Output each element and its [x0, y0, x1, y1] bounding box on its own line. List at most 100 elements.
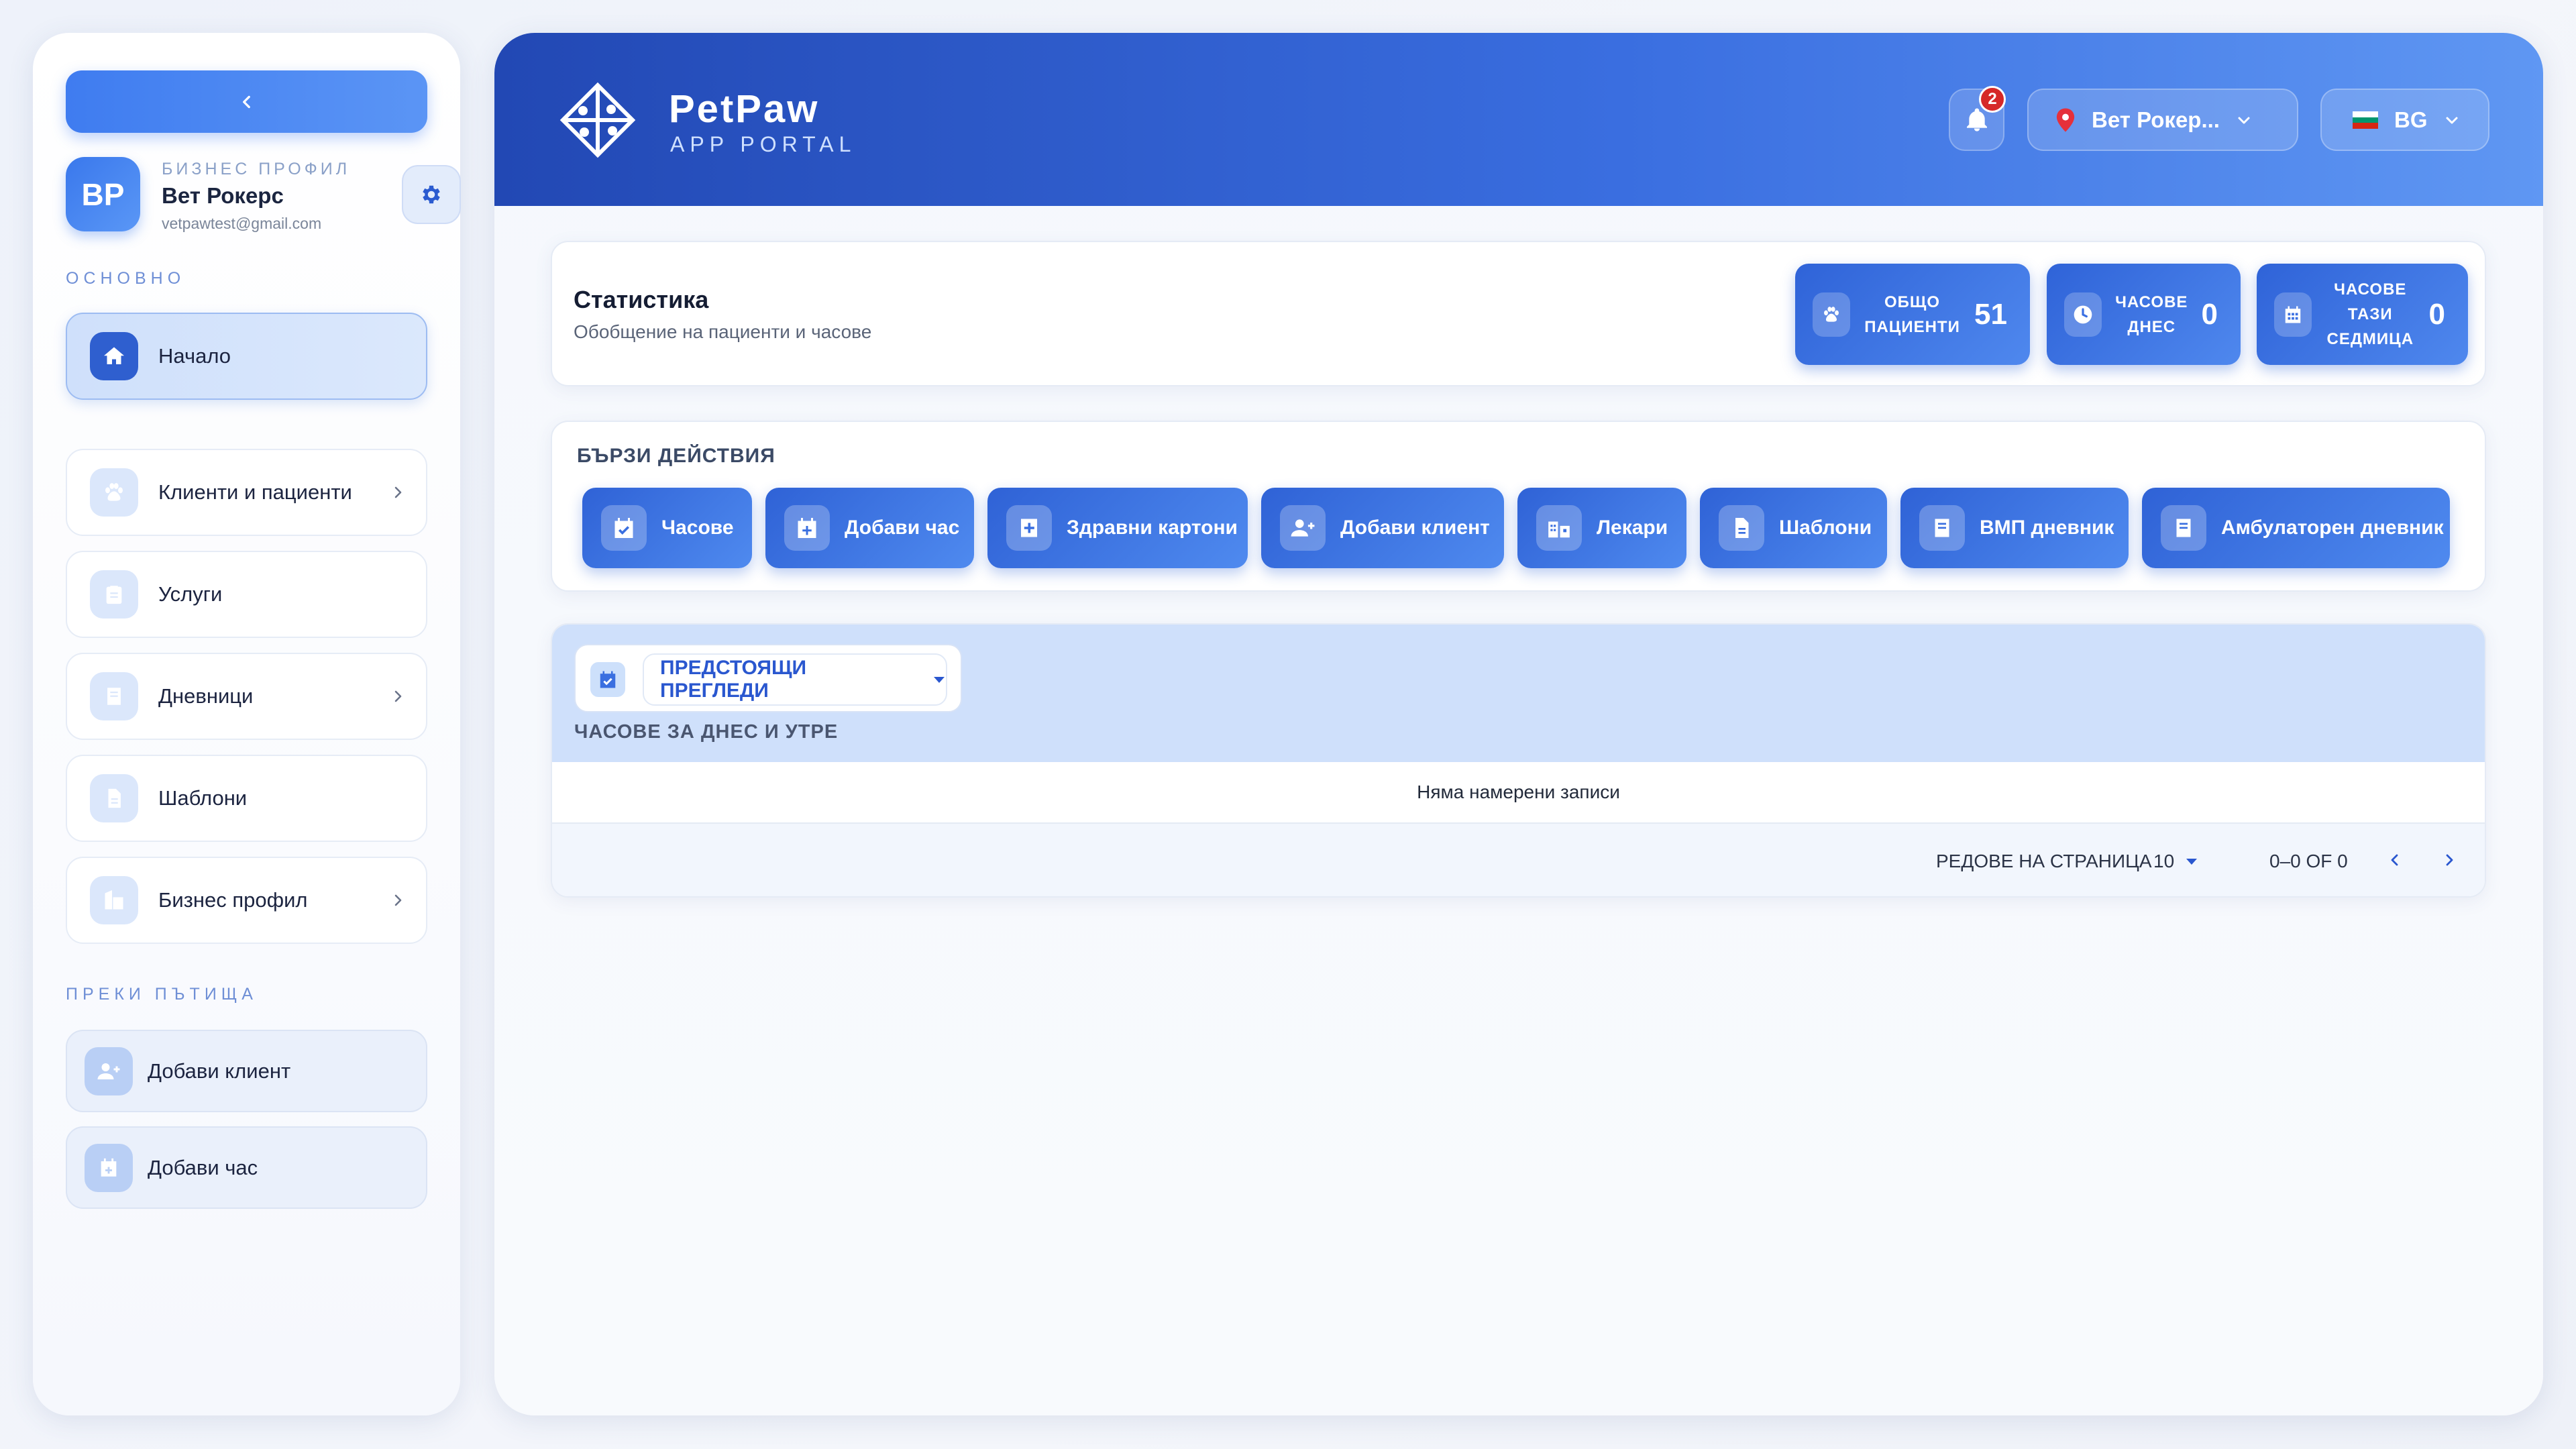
home-icon: [90, 332, 138, 380]
sidebar-item-home[interactable]: Начало: [66, 313, 427, 400]
main-panel: PetPaw APP PORTAL 2 Вет Рокер... BG Стат…: [494, 33, 2543, 1415]
section-label-shortcuts: ПРЕКИ ПЪТИЩА: [66, 985, 258, 1004]
book-icon: [90, 672, 138, 720]
rows-per-page-select[interactable]: 10: [2153, 851, 2198, 872]
quick-action-templates[interactable]: Шаблони: [1700, 488, 1887, 568]
stat-value: 0: [2428, 297, 2445, 331]
sidebar-item-label: Шаблони: [158, 786, 248, 810]
quick-action-health-records[interactable]: Здравни картони: [987, 488, 1248, 568]
quick-action-label: Шаблони: [1779, 517, 1872, 539]
bulgarian-flag-icon: [2353, 111, 2378, 129]
pagination-range: 0–0 OF 0: [2269, 851, 2348, 871]
paw-icon: [90, 468, 138, 517]
stat-label: ЧАСОВЕ ДНЕС: [2115, 292, 2188, 336]
calendar-check-icon: [601, 505, 647, 551]
filter-value: ПРЕДСТОЯЩИ ПРЕГЛЕДИ: [660, 657, 807, 702]
chevron-right-icon: [390, 688, 406, 704]
shortcut-label: Добави час: [148, 1155, 258, 1179]
quick-action-label: Здравни картони: [1067, 517, 1238, 539]
statistics-card: Статистика Обобщение на пациенти и часов…: [551, 241, 2486, 386]
gear-icon: [419, 182, 443, 207]
sidebar-item-services[interactable]: Услуги: [66, 551, 427, 638]
profile-kicker: БИЗНЕС ПРОФИЛ: [162, 160, 351, 178]
notification-count-badge: 2: [1979, 86, 2006, 113]
language-select[interactable]: BG: [2320, 89, 2489, 151]
collapse-sidebar-button[interactable]: [66, 70, 427, 133]
section-label-main: ОСНОВНО: [66, 269, 186, 288]
quick-action-doctors[interactable]: Лекари: [1517, 488, 1686, 568]
quick-action-add-client[interactable]: Добави клиент: [1261, 488, 1504, 568]
clinic-select[interactable]: Вет Рокер...: [2027, 89, 2298, 151]
shortcut-add-client[interactable]: Добави клиент: [66, 1030, 427, 1112]
sidebar-item-label: Бизнес профил: [158, 888, 308, 912]
avatar: BP: [66, 157, 140, 231]
statistics-title: Статистика: [574, 286, 709, 313]
calendar-icon: [2274, 292, 2312, 337]
sidebar-item-clients-patients[interactable]: Клиенти и пациенти: [66, 449, 427, 536]
sidebar-item-label: Дневници: [158, 684, 254, 708]
quick-action-add-appointment[interactable]: Добави час: [765, 488, 974, 568]
sidebar-item-journals[interactable]: Дневници: [66, 653, 427, 740]
empty-state-row: Няма намерени записи: [552, 762, 2485, 824]
quick-action-label: Добави клиент: [1340, 517, 1490, 539]
stat-label: ЧАСОВЕ ТАЗИ СЕДМИЦА: [2326, 280, 2414, 348]
sidebar-item-templates[interactable]: Шаблони: [66, 755, 427, 842]
previous-page-button[interactable]: [2381, 847, 2408, 873]
document-icon: [1719, 505, 1764, 551]
chevron-left-icon: [2387, 852, 2403, 868]
chevron-right-icon: [2441, 852, 2457, 868]
app-header: PetPaw APP PORTAL 2 Вет Рокер... BG: [494, 33, 2543, 206]
shortcut-add-appointment[interactable]: Добави час: [66, 1126, 427, 1209]
medical-record-icon: [1006, 505, 1052, 551]
quick-action-label: Часове: [661, 517, 734, 539]
statistics-subtitle: Обобщение на пациенти и часове: [574, 321, 872, 342]
quick-action-outpatient-journal[interactable]: Амбулаторен дневник: [2142, 488, 2450, 568]
language-select-value: BG: [2394, 107, 2428, 132]
brand-subtitle: APP PORTAL: [670, 132, 857, 156]
chevron-right-icon: [390, 484, 406, 500]
shortcut-label: Добави клиент: [148, 1059, 291, 1083]
quick-actions-title: БЪРЗИ ДЕЙСТВИЯ: [577, 445, 775, 467]
appointments-filter-dropdown[interactable]: ПРЕДСТОЯЩИ ПРЕГЛЕДИ: [643, 653, 947, 706]
document-icon: [90, 774, 138, 822]
appointments-filter: ПРЕДСТОЯЩИ ПРЕГЛЕДИ: [574, 644, 962, 712]
location-pin-icon: [2055, 108, 2076, 132]
chevron-left-icon: [238, 93, 256, 111]
clock-icon: [2064, 292, 2102, 337]
calendar-plus-icon: [784, 505, 830, 551]
quick-action-appointments[interactable]: Часове: [582, 488, 752, 568]
sidebar-item-business-profile[interactable]: Бизнес профил: [66, 857, 427, 944]
upcoming-appointments-card: ПРЕДСТОЯЩИ ПРЕГЛЕДИ ЧАСОВЕ ЗА ДНЕС И УТР…: [551, 623, 2486, 898]
next-page-button[interactable]: [2436, 847, 2463, 873]
stat-label: ОБЩО ПАЦИЕНТИ: [1864, 292, 1960, 336]
book-icon: [1919, 505, 1965, 551]
stat-value: 0: [2201, 297, 2218, 331]
chevron-down-icon: [2236, 112, 2252, 128]
stat-total-patients: ОБЩО ПАЦИЕНТИ 51: [1795, 264, 2030, 365]
stat-value: 51: [1974, 297, 2007, 331]
profile-name: Вет Рокерс: [162, 183, 284, 208]
quick-action-label: Лекари: [1597, 517, 1668, 539]
caret-down-icon: [932, 675, 946, 684]
add-user-icon: [85, 1046, 133, 1095]
sidebar-item-label: Услуги: [158, 582, 223, 606]
table-header: ПРЕДСТОЯЩИ ПРЕГЛЕДИ ЧАСОВЕ ЗА ДНЕС И УТР…: [552, 625, 2485, 762]
quick-actions-card: БЪРЗИ ДЕЙСТВИЯ Часове Добави час Здравни…: [551, 421, 2486, 592]
caret-down-icon: [2185, 857, 2198, 866]
quick-action-label: Добави час: [845, 517, 960, 539]
quick-action-vmp-journal[interactable]: ВМП дневник: [1900, 488, 2129, 568]
notifications-button[interactable]: 2: [1949, 86, 2006, 151]
calendar-plus-icon: [85, 1143, 133, 1192]
paw-icon: [1813, 292, 1850, 337]
clipboard-icon: [90, 570, 138, 619]
book-icon: [2161, 505, 2206, 551]
rows-per-page-value: 10: [2153, 851, 2175, 871]
stat-appointments-this-week: ЧАСОВЕ ТАЗИ СЕДМИЦА 0: [2257, 264, 2468, 365]
brand-name: PetPaw: [669, 87, 820, 131]
sidebar-item-label: Начало: [158, 344, 231, 368]
profile-email: vetpawtest@gmail.com: [162, 215, 322, 232]
table-pagination: РЕДОВЕ НА СТРАНИЦА 10 0–0 OF 0: [552, 824, 2485, 896]
rows-per-page-label: РЕДОВЕ НА СТРАНИЦА: [1936, 851, 2152, 871]
profile-settings-button[interactable]: [402, 165, 461, 224]
stat-appointments-today: ЧАСОВЕ ДНЕС 0: [2047, 264, 2241, 365]
